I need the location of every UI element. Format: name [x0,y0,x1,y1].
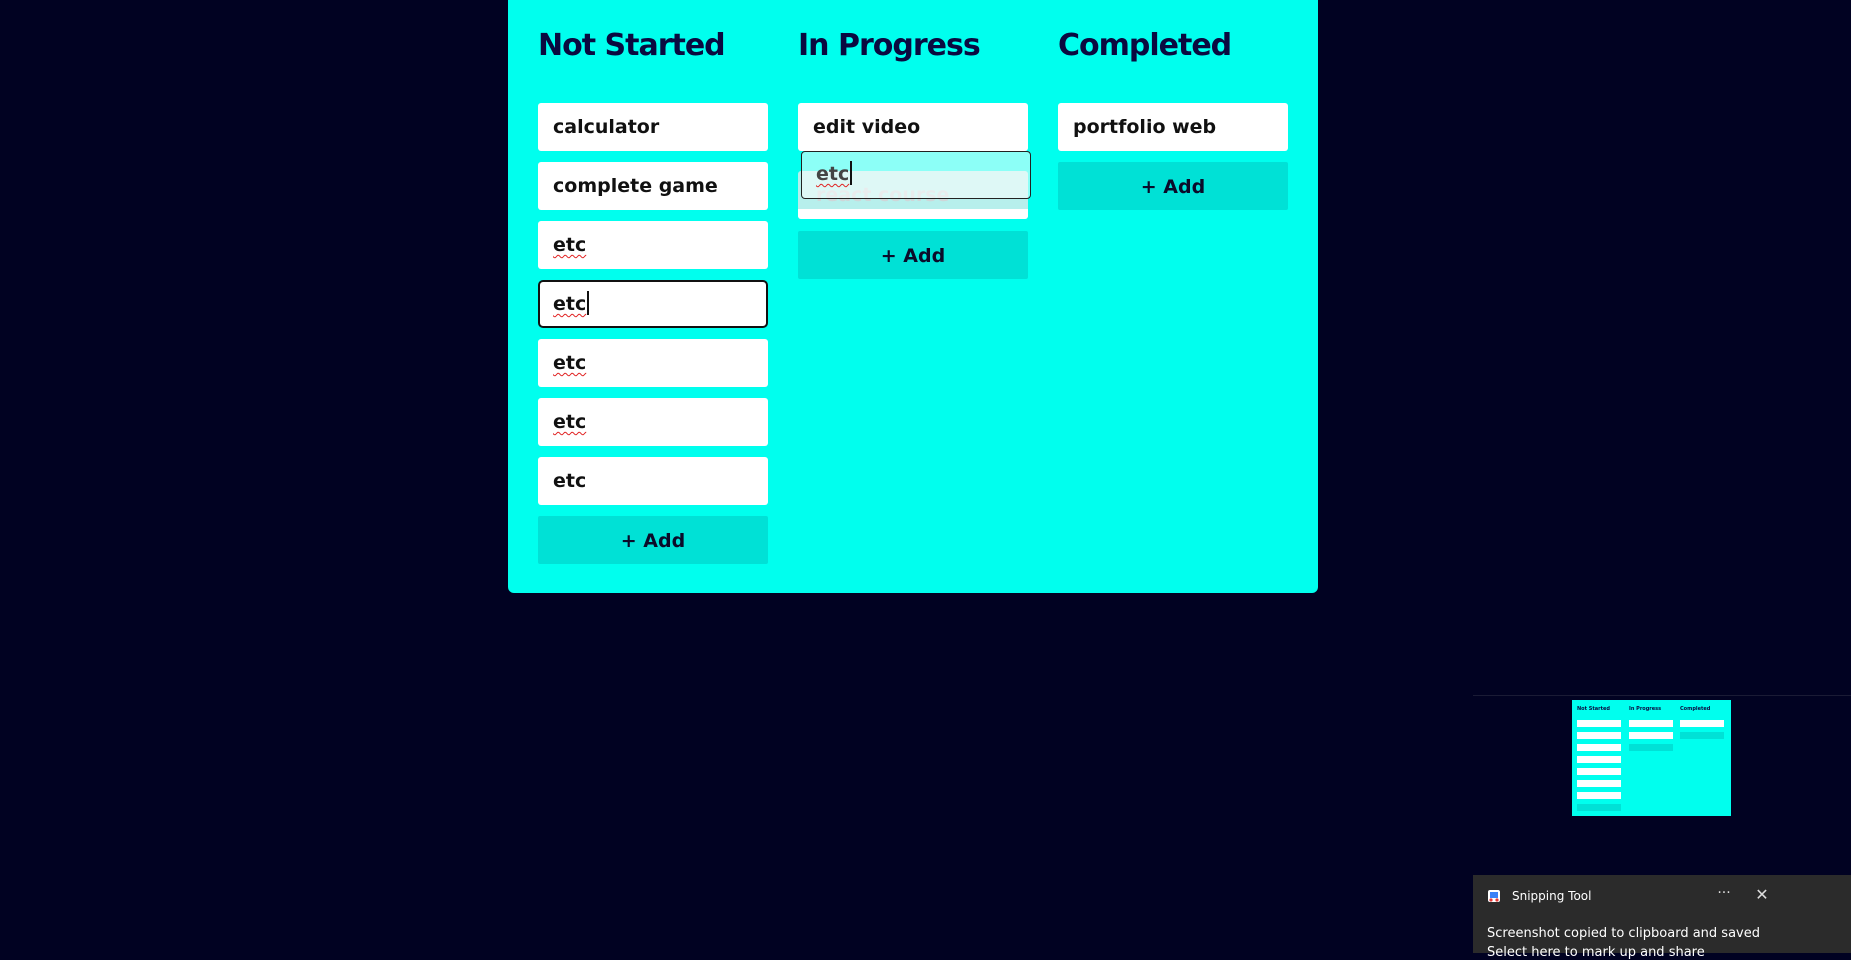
thumbnail-add [1680,732,1724,739]
thumbnail-title: Not Started [1577,706,1610,712]
task-card[interactable]: etc [538,457,768,505]
snip-preview[interactable]: Not Started In Progress Completed [1473,695,1851,876]
add-card-button[interactable]: + Add [798,231,1028,279]
thumbnail-card [1680,720,1724,727]
thumbnail-card [1577,768,1621,775]
text-caret [587,291,589,315]
task-card-editing[interactable]: etc [538,280,768,328]
thumbnail-card [1629,720,1673,727]
screenshot-thumbnail[interactable]: Not Started In Progress Completed [1572,700,1731,816]
task-card[interactable]: portfolio web [1058,103,1288,151]
thumbnail-title: In Progress [1629,706,1662,712]
thumbnail-card [1577,792,1621,799]
thumbnail-card [1577,720,1621,727]
task-card[interactable]: etc [538,221,768,269]
snipping-tool-icon [1488,890,1500,902]
thumbnail-card [1577,744,1621,751]
task-card[interactable]: etc [538,339,768,387]
more-horizontal-icon[interactable]: ··· [1711,883,1737,907]
close-icon[interactable]: ✕ [1749,883,1775,907]
task-card[interactable]: complete game [538,162,768,210]
dragged-card[interactable]: etc [801,151,1031,199]
thumbnail-card [1577,780,1621,787]
task-card[interactable]: etc [538,398,768,446]
add-card-button[interactable]: + Add [1058,162,1288,210]
text-caret [850,161,852,185]
thumbnail-add [1577,804,1621,811]
snipping-tool-notification[interactable]: Snipping Tool ··· ✕ Screenshot copied to… [1473,875,1851,960]
kanban-board: Not Started calculator complete game etc… [508,0,1318,593]
column-title: Not Started [538,28,726,63]
task-card[interactable]: edit video [798,103,1028,151]
thumbnail-card [1577,756,1621,763]
thumbnail-card [1629,732,1673,739]
column-title: In Progress [798,28,981,63]
add-card-button[interactable]: + Add [538,516,768,564]
notification-message: Screenshot copied to clipboard and saved [1487,926,1760,941]
notification-app-name: Snipping Tool [1512,889,1592,903]
task-card[interactable]: calculator [538,103,768,151]
column-title: Completed [1058,28,1232,63]
thumbnail-card [1577,732,1621,739]
thumbnail-add [1629,744,1673,751]
thumbnail-title: Completed [1680,706,1711,712]
